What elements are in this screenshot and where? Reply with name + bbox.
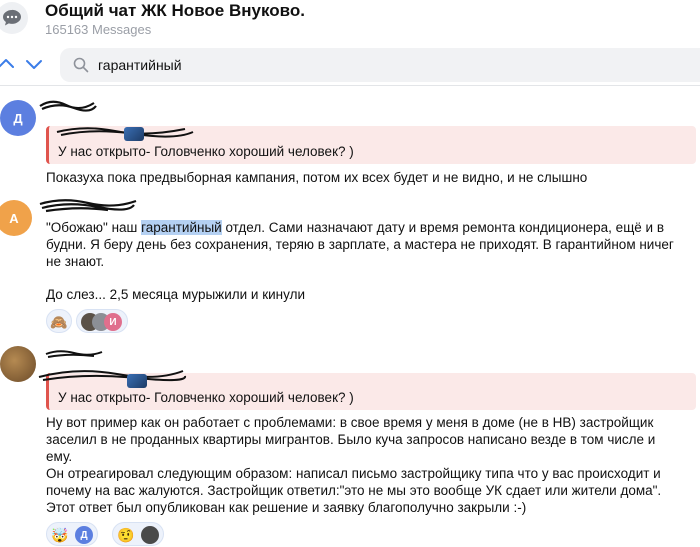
message-count: 165163 Messages — [45, 22, 152, 37]
message-text-line: не знают. — [46, 254, 105, 269]
chat-title: Общий чат ЖК Новое Внуково. — [45, 1, 305, 20]
avatar[interactable]: Д — [0, 100, 36, 136]
chevron-down-icon[interactable] — [24, 54, 44, 74]
message-text-line: Он отреагировал следующим образом: напис… — [46, 466, 661, 481]
reaction-chip[interactable]: 🙈 — [46, 309, 72, 333]
speech-bubble-icon — [3, 9, 21, 26]
chat-header: Общий чат ЖК Новое Внуково. 165163 Messa… — [0, 0, 700, 40]
reply-text: У нас открыто- Головченко хороший челове… — [58, 390, 354, 405]
message-text: Показуха пока предвыборная кампания, пот… — [46, 170, 588, 185]
redacted-name-scribble — [39, 199, 137, 213]
message-text-line: почему на вас жалуются. Застройщик ответ… — [46, 483, 662, 498]
message-text-line: "Обожаю" наш гарантийный отдел. Сами наз… — [46, 219, 664, 236]
message-text-line: Ну вот пример как он работает с проблема… — [46, 415, 654, 430]
reply-quote[interactable]: У нас открыто- Головченко хороший челове… — [46, 126, 696, 164]
chat-avatar[interactable] — [0, 2, 28, 34]
reply-thumbnail — [124, 127, 144, 141]
message-text-line: Этот ответ был опубликован как решение и… — [46, 500, 527, 515]
message-text-line: будни. Я беру день без сохранения, теряю… — [46, 237, 674, 252]
search-field[interactable] — [60, 48, 700, 82]
reaction-emoji: 🤯 — [51, 526, 69, 543]
search-icon — [73, 57, 89, 73]
search-highlight: гарантийный — [141, 220, 222, 235]
text-segment: отдел. Сами назначают дату и время ремон… — [221, 220, 665, 235]
reaction-chip[interactable]: И — [76, 309, 128, 333]
message-text-line: заселил в не проданных квартиры мигранто… — [46, 432, 656, 447]
avatar[interactable]: А — [0, 200, 32, 236]
text-segment: "Обожаю" наш — [46, 220, 142, 235]
reactor-avatar: Д — [75, 526, 93, 544]
avatar-photo[interactable] — [0, 346, 36, 382]
reaction-emoji: 🙈 — [50, 313, 68, 330]
reactor-avatar: И — [104, 313, 122, 331]
message-text-line: ему. — [46, 449, 73, 464]
search-input[interactable] — [98, 48, 678, 82]
reactor-avatar-photo — [141, 526, 159, 544]
redacted-name-scribble — [39, 100, 97, 112]
reply-thumbnail — [127, 374, 147, 388]
chevron-up-icon[interactable] — [0, 54, 16, 74]
redacted-name-scribble — [38, 370, 186, 382]
reply-quote[interactable]: У нас открыто- Головченко хороший челове… — [38, 370, 696, 410]
reply-text: У нас открыто- Головченко хороший челове… — [58, 144, 354, 159]
reaction-emoji: 🤨 — [117, 526, 135, 543]
message-text-line: До слез... 2,5 месяца мурыжили и кинули — [46, 287, 305, 302]
reaction-chip[interactable]: 🤯 Д — [46, 522, 98, 546]
redacted-name-scribble — [45, 350, 103, 358]
search-bar — [0, 44, 700, 86]
reaction-chip[interactable]: 🤨 — [112, 522, 164, 546]
